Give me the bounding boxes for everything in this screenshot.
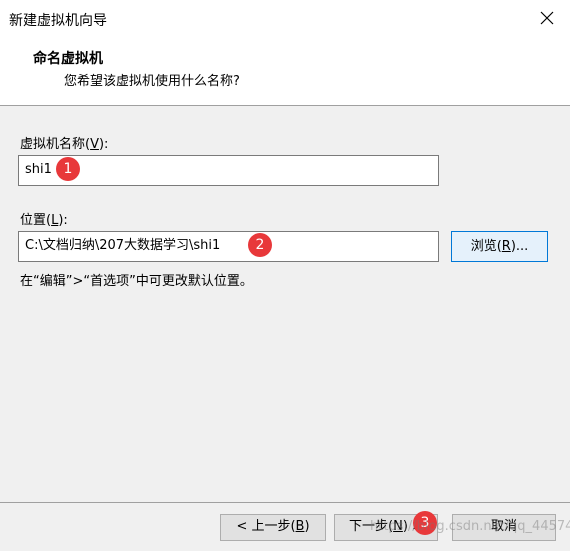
watermark: https://blog.csdn.net/qq_44574450 xyxy=(370,519,570,534)
vm-name-input[interactable]: shi1 xyxy=(18,155,439,186)
title-bar: 新建虚拟机向导 xyxy=(0,0,570,37)
close-button[interactable] xyxy=(534,6,560,30)
location-label: 位置(L): xyxy=(20,213,68,228)
wizard-header: 命名虚拟机 您希望该虚拟机使用什么名称? xyxy=(0,37,570,106)
location-input[interactable]: C:\文档归纳\207大数据学习\shi1 xyxy=(18,231,439,262)
vm-name-value: shi1 xyxy=(25,162,52,177)
vm-name-label: 虚拟机名称(V): xyxy=(20,137,109,152)
footer-divider xyxy=(0,502,570,503)
close-icon xyxy=(540,11,554,25)
location-hint: 在“编辑”>“首选项”中可更改默认位置。 xyxy=(20,274,253,289)
annotation-badge-2: 2 xyxy=(248,233,272,257)
back-button[interactable]: < 上一步(B) xyxy=(220,514,326,541)
annotation-badge-1: 1 xyxy=(56,157,80,181)
page-title: 命名虚拟机 xyxy=(33,51,103,67)
location-value: C:\文档归纳\207大数据学习\shi1 xyxy=(25,238,221,253)
browse-button[interactable]: 浏览(R)... xyxy=(451,231,548,262)
window-title: 新建虚拟机向导 xyxy=(9,13,107,29)
page-subtitle: 您希望该虚拟机使用什么名称? xyxy=(64,74,240,89)
